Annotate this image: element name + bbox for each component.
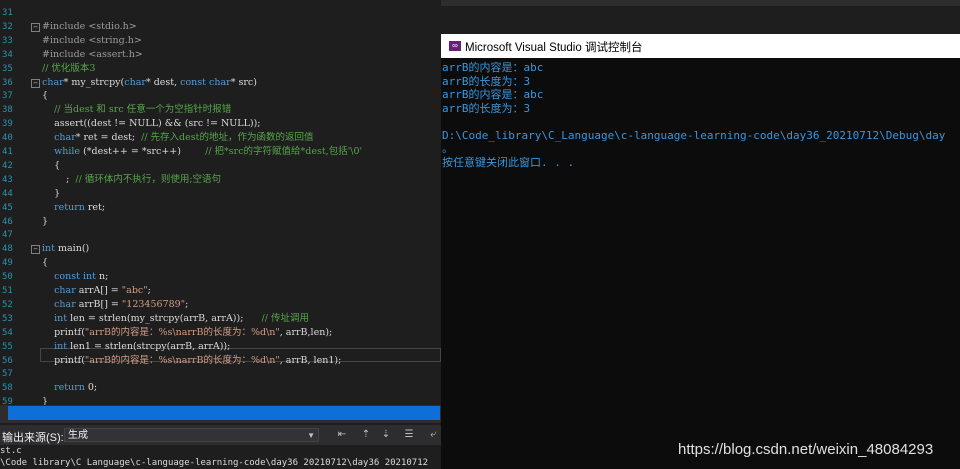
console-line: D:\Code_library\C_Language\c-language-le… (442, 128, 946, 142)
line-number: 44 (2, 188, 13, 199)
visual-studio-icon: ∞ (449, 41, 461, 51)
collapse-toggle-icon[interactable]: − (31, 245, 40, 255)
watermark: https://blog.csdn.net/weixin_48084293 (678, 441, 934, 458)
output-source-select[interactable]: 生成 ▼ (64, 428, 319, 442)
line-number: 59 (2, 397, 13, 405)
line-number: 45 (2, 202, 13, 213)
code-line[interactable]: { (42, 89, 48, 103)
line-number: 34 (2, 49, 13, 60)
collapse-toggle-icon[interactable]: − (31, 22, 40, 32)
line-number: 57 (2, 369, 13, 380)
line-number: 55 (2, 341, 13, 352)
line-number: 51 (2, 286, 13, 296)
line-number: 31 (2, 8, 13, 18)
console-line: arrB的长度为：3 (442, 101, 531, 115)
output-panel-header: 输出来源(S): 生成 ▼ ⇤ ⇡ ⇣ ☰ ⤶ (0, 425, 441, 445)
code-line[interactable]: char* ret = dest; // 先存入dest的地址，作为函数的返回值 (42, 131, 313, 145)
code-line[interactable]: { (42, 159, 60, 173)
output-line: st.c (0, 446, 22, 456)
line-number: 49 (2, 258, 13, 269)
code-line[interactable]: printf("arrB的内容是：%s\narrB的长度为：%d\n", arr… (42, 326, 332, 340)
line-number-gutter: 31 32 33 34 35 36 37 38 39 40 41 42 43 44 45 46 47 48 49 50… (0, 6, 30, 405)
code-line[interactable]: char arrA[] = "abc"; (42, 284, 151, 298)
code-line[interactable]: const int n; (42, 270, 108, 284)
console-line: 按任意键关闭此窗口. . . (442, 155, 575, 169)
output-source-label: 输出来源(S): (2, 432, 64, 444)
code-line[interactable]: while (*dest++ = *src++) // 把*src的字符赋值给*… (42, 145, 362, 159)
code-line[interactable]: return ret; (42, 201, 105, 215)
scrollbar-thumb[interactable] (8, 406, 440, 420)
console-title-bar[interactable]: ∞ Microsoft Visual Studio 调试控制台 (441, 34, 960, 58)
line-number: 53 (2, 313, 13, 324)
code-line[interactable]: int main() (42, 242, 89, 256)
code-line[interactable]: char arrB[] = "123456789"; (42, 298, 188, 312)
line-number: 36 (2, 77, 13, 88)
code-line[interactable]: int len1 = strlen(strcpy(arrB, arrA)); (42, 340, 230, 354)
line-number: 47 (2, 230, 13, 241)
line-number: 56 (2, 355, 13, 366)
output-panel-body: st.c \Code library\C Language\c-language… (0, 445, 441, 469)
line-number: 41 (2, 147, 13, 157)
code-line[interactable]: } (42, 215, 48, 229)
line-number: 39 (2, 119, 13, 130)
find-next-icon[interactable]: ⇣ (380, 429, 392, 441)
console-line: arrB的内容是：abc (442, 88, 544, 101)
go-to-previous-icon[interactable]: ⇤ (336, 429, 348, 441)
line-number: 33 (2, 35, 13, 46)
line-number: 54 (2, 327, 13, 338)
console-line: arrB的长度为：3 (442, 74, 531, 88)
code-line[interactable]: int len = strlen(my_strcpy(arrB, arrA));… (42, 312, 309, 326)
console-line: arrB的内容是：abc (442, 61, 544, 74)
code-line[interactable]: return 0; (42, 381, 97, 395)
console-line: 。 (442, 142, 453, 155)
code-line[interactable]: assert((dest != NULL) && (src != NULL)); (42, 117, 260, 131)
output-line: \Code library\C Language\c-language-lear… (0, 458, 429, 468)
line-number: 52 (2, 299, 13, 310)
chevron-down-icon: ▼ (307, 431, 315, 440)
line-number: 43 (2, 174, 13, 185)
code-line[interactable]: printf("arrB的内容是：%s\narrB的长度为：%d\n", arr… (42, 354, 341, 368)
line-number: 50 (2, 272, 13, 283)
output-source-value: 生成 (68, 430, 88, 441)
line-number: 40 (2, 133, 13, 144)
line-number: 46 (2, 216, 13, 227)
background-strip (441, 6, 960, 34)
code-line[interactable]: } (42, 395, 48, 405)
code-line[interactable]: } (42, 187, 60, 201)
code-editor[interactable]: 31 32 33 34 35 36 37 38 39 40 41 42 43 44 45 46 47 48 49 50… (0, 0, 441, 405)
line-number: 48 (2, 244, 13, 255)
line-number: 35 (2, 63, 13, 74)
console-title: Microsoft Visual Studio 调试控制台 (465, 42, 643, 54)
collapse-toggle-icon[interactable]: − (31, 78, 40, 88)
clear-all-icon[interactable]: ☰ (403, 429, 415, 441)
code-line[interactable]: // 当dest 和 src 任意一个为空指针时报错 (42, 103, 231, 117)
word-wrap-icon[interactable]: ⤶ (427, 429, 439, 441)
console-output: arrB的内容是：abc arrB的长度为：3 arrB的内容是：abc arr… (442, 61, 960, 169)
line-number: 58 (2, 383, 13, 394)
line-number: 32 (2, 21, 13, 32)
code-line[interactable]: // 优化版本3 (42, 62, 95, 76)
code-line[interactable]: ; // 循环体内不执行，则使用;空语句 (42, 173, 221, 187)
code-line[interactable]: char* my_strcpy(char* dest, const char* … (42, 76, 257, 90)
code-line[interactable]: { (42, 256, 48, 270)
line-number: 42 (2, 160, 13, 171)
find-previous-icon[interactable]: ⇡ (360, 429, 372, 441)
code-line[interactable]: #include <stdio.h> (42, 20, 137, 34)
line-number: 37 (2, 91, 13, 102)
code-line[interactable]: #include <string.h> (42, 34, 142, 48)
code-line[interactable]: #include <assert.h> (42, 48, 143, 62)
line-number: 38 (2, 105, 13, 116)
